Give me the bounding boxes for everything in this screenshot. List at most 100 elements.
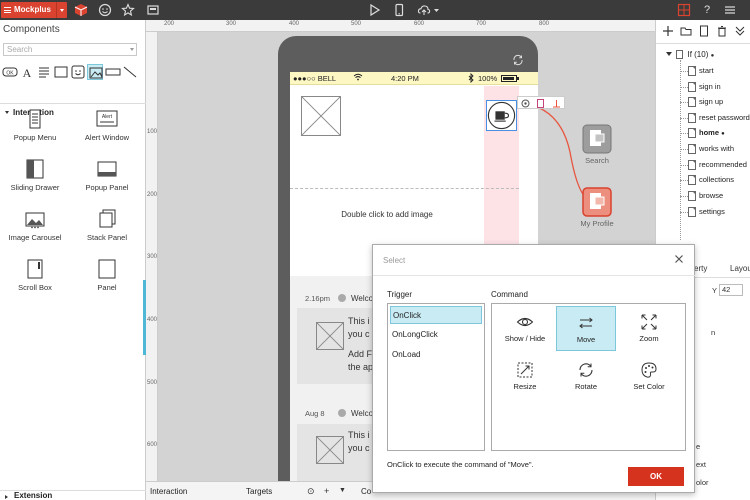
extension-section-header[interactable]: Extension — [0, 490, 146, 500]
add-page-icon[interactable] — [662, 25, 674, 37]
screenshot-icon[interactable] — [146, 3, 160, 17]
link-end-icon[interactable] — [552, 99, 561, 110]
horizontal-ruler: 200 300 400 500 600 700 800 — [146, 20, 655, 32]
ruler-label: 500 — [147, 380, 158, 386]
component-popup-menu[interactable]: Popup Menu — [4, 108, 66, 152]
header-image-placeholder[interactable] — [301, 96, 341, 136]
link-page-icon[interactable] — [536, 99, 545, 110]
ruler-label: 200 — [164, 21, 175, 27]
component-scroll-box[interactable]: Scroll Box — [4, 258, 66, 302]
chat-icon — [338, 294, 346, 302]
brand-menu-button[interactable]: Mockplus — [1, 2, 67, 18]
rotate-device-icon[interactable] — [512, 54, 524, 66]
tab-interaction[interactable]: Interaction — [150, 487, 187, 496]
divider — [373, 275, 696, 276]
command-rotate[interactable]: Rotate — [556, 354, 616, 399]
trigger-onclick[interactable]: OnClick — [390, 306, 482, 324]
page-node-label: Search — [585, 156, 609, 165]
ok-icon-text: OK — [6, 71, 14, 77]
component-search-input[interactable]: Search — [3, 43, 137, 56]
component-sliding-drawer[interactable]: Sliding Drawer — [4, 158, 66, 202]
components-title: Components — [3, 24, 60, 35]
font-icon[interactable] — [36, 64, 52, 80]
close-icon[interactable] — [674, 254, 684, 264]
page-node-label: My Profile — [580, 219, 614, 228]
text-icon-letter: A — [23, 66, 32, 80]
chat-icon — [338, 409, 346, 417]
menu-icon — [4, 7, 11, 13]
component-alert-window[interactable]: Alert Alert Window — [76, 108, 138, 152]
ok-button[interactable]: OK — [628, 467, 684, 486]
image-icon[interactable] — [87, 64, 103, 80]
tab-targets[interactable]: Targets — [246, 487, 272, 496]
help-icon[interactable]: ? — [700, 3, 714, 17]
text-icon[interactable]: A — [19, 64, 35, 80]
play-icon[interactable] — [367, 3, 381, 17]
target-icon[interactable]: ⊙ — [307, 486, 315, 496]
status-bar: ●●●○○ BELL 4:20 PM 100% — [290, 72, 538, 85]
add-icon[interactable]: + — [324, 486, 329, 496]
folder-icon[interactable] — [680, 25, 692, 37]
ruler-label: 600 — [147, 442, 158, 448]
ruler-label: 400 — [289, 21, 300, 27]
component-popup-panel[interactable]: Popup Panel — [76, 158, 138, 202]
box-icon[interactable] — [74, 3, 88, 17]
command-grid: Show / Hide Move Zoom Resize Rotate Set … — [491, 303, 686, 451]
top-toolbar: Mockplus ? — [0, 0, 750, 20]
svg-text:Alert: Alert — [102, 114, 113, 120]
tab-property[interactable]: erty — [694, 264, 707, 273]
resize-icon — [516, 361, 534, 379]
page-icon — [688, 175, 696, 185]
command-zoom[interactable]: Zoom — [619, 306, 679, 351]
shape-toolbar: OK A — [2, 64, 142, 80]
component-stack-panel[interactable]: Stack Panel — [76, 208, 138, 252]
grid-icon[interactable] — [677, 3, 691, 17]
hamburger-menu-icon[interactable] — [723, 3, 737, 17]
rectangle-icon[interactable] — [53, 64, 69, 80]
command-resize[interactable]: Resize — [495, 354, 555, 399]
command-set-color[interactable]: Set Color — [619, 354, 679, 399]
cloud-upload-icon[interactable] — [417, 3, 441, 17]
star-icon[interactable] — [121, 3, 135, 17]
dialog-title: Select — [383, 256, 406, 265]
line-icon[interactable] — [122, 64, 138, 80]
page-icon — [688, 128, 696, 138]
coffee-cup-icon[interactable] — [486, 100, 517, 131]
tab-commands[interactable]: Co — [361, 487, 371, 496]
page-icon — [688, 97, 696, 107]
page-icon — [688, 113, 696, 123]
battery-label: 100% — [478, 74, 498, 83]
trigger-onload[interactable]: OnLoad — [390, 346, 482, 364]
component-image-carousel[interactable]: Image Carousel — [4, 208, 66, 252]
alert-window-icon: Alert — [96, 108, 118, 130]
trash-icon[interactable] — [716, 25, 728, 37]
page-icon — [688, 191, 696, 201]
trigger-list: OnClick OnLongClick OnLoad — [387, 303, 485, 451]
tree-root[interactable]: If (10) ● — [666, 50, 714, 59]
page-node-my-profile[interactable] — [582, 187, 612, 217]
command-show-hide[interactable]: Show / Hide — [495, 306, 555, 351]
y-input[interactable]: 42 — [719, 284, 743, 296]
ok-icon[interactable]: OK — [2, 64, 18, 80]
chevron-down-icon[interactable] — [56, 2, 67, 18]
chevron-down-icon[interactable]: ▼ — [339, 486, 346, 496]
smiley-icon[interactable] — [70, 64, 86, 80]
rect-wide-icon[interactable] — [105, 64, 121, 80]
bluetooth-icon — [468, 72, 474, 85]
target-icon[interactable] — [521, 99, 530, 110]
command-move[interactable]: Move — [556, 306, 616, 351]
component-panel[interactable]: Panel — [76, 258, 138, 302]
collapse-icon[interactable] — [734, 25, 746, 37]
mobile-icon[interactable] — [392, 3, 406, 17]
smiley-icon[interactable] — [98, 3, 112, 17]
page-node-search[interactable] — [582, 124, 612, 154]
rotate-icon — [577, 361, 595, 379]
page-icon[interactable] — [698, 25, 710, 37]
palette-icon — [640, 361, 658, 379]
chevron-down-icon[interactable] — [130, 48, 134, 53]
stack-panel-icon — [96, 208, 118, 230]
tab-layout[interactable]: Layou — [730, 264, 750, 273]
page-icon — [688, 66, 696, 76]
trigger-onlongclick[interactable]: OnLongClick — [390, 326, 482, 344]
move-icon — [577, 314, 595, 332]
